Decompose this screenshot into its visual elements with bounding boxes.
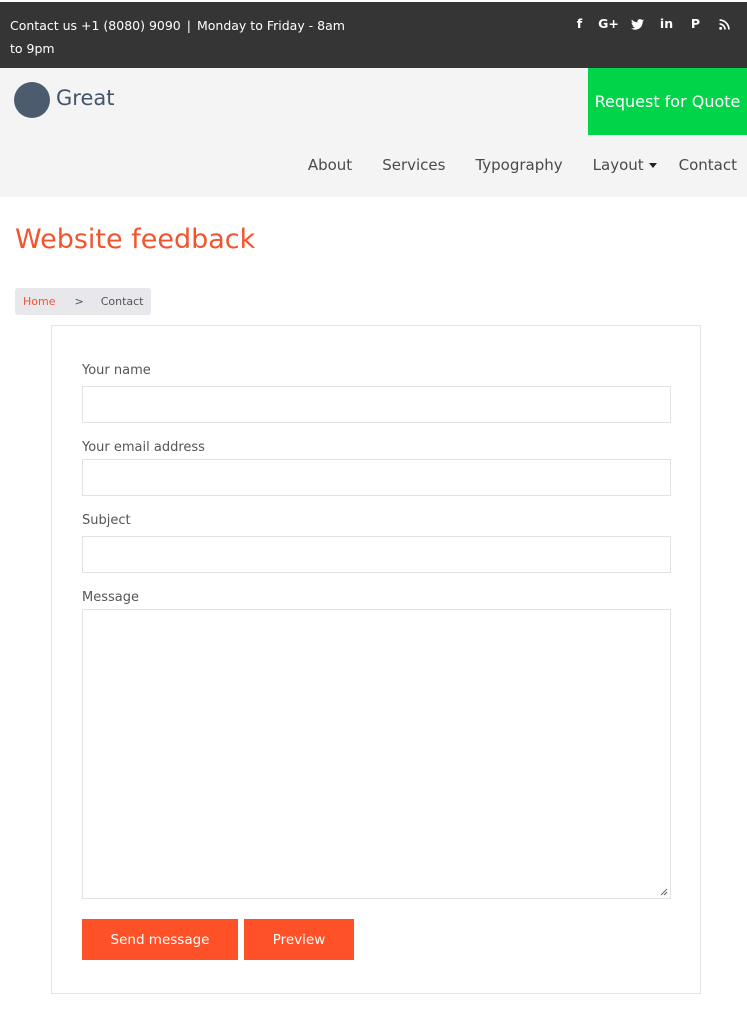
email-label: Your email address bbox=[82, 440, 205, 455]
breadcrumb-separator: > bbox=[74, 295, 84, 308]
top-bar-contact-info: Contact us +1 (8080) 9090 | Monday to Frid… bbox=[10, 14, 355, 60]
message-label: Message bbox=[82, 590, 139, 605]
breadcrumb-home-link[interactable]: Home bbox=[23, 295, 55, 308]
contact-form-card: Your name Your email address Subject Mes… bbox=[51, 325, 701, 994]
nav-about[interactable]: About bbox=[308, 156, 352, 174]
breadcrumb-current: Contact bbox=[100, 295, 144, 308]
subject-label: Subject bbox=[82, 513, 131, 528]
pinterest-icon[interactable]: P bbox=[681, 14, 710, 34]
site-header: Great Request for Quote About Services T… bbox=[0, 68, 747, 197]
nav-contact[interactable]: Contact bbox=[679, 156, 737, 174]
nav-services[interactable]: Services bbox=[382, 156, 445, 174]
email-field[interactable] bbox=[82, 459, 671, 496]
send-message-button[interactable]: Send message bbox=[82, 919, 238, 960]
google-plus-icon[interactable]: G+ bbox=[594, 14, 623, 34]
logo-icon[interactable] bbox=[14, 82, 50, 118]
page-title: Website feedback bbox=[15, 224, 256, 255]
social-links: f G+ in P bbox=[565, 14, 739, 34]
logo-text[interactable]: Great bbox=[56, 86, 114, 110]
subject-field[interactable] bbox=[82, 536, 671, 573]
message-textarea[interactable] bbox=[82, 609, 671, 899]
request-quote-button[interactable]: Request for Quote bbox=[588, 68, 747, 135]
breadcrumb: Home > Contact bbox=[15, 288, 151, 315]
name-field[interactable] bbox=[82, 386, 671, 423]
contact-separator: | bbox=[186, 18, 191, 33]
preview-button[interactable]: Preview bbox=[244, 919, 354, 960]
main-nav: About Services Typography Layout Contact bbox=[278, 156, 737, 174]
caret-down-icon bbox=[648, 162, 657, 168]
resize-handle-icon[interactable] bbox=[659, 887, 668, 896]
nav-typography[interactable]: Typography bbox=[475, 156, 562, 174]
contact-phone-text: Contact us +1 (8080) 9090 bbox=[10, 18, 181, 33]
facebook-icon[interactable]: f bbox=[565, 14, 594, 34]
twitter-icon[interactable] bbox=[623, 14, 652, 34]
nav-layout[interactable]: Layout bbox=[593, 156, 644, 174]
top-bar: Contact us +1 (8080) 9090 | Monday to Frid… bbox=[0, 2, 747, 68]
nav-layout-dropdown[interactable]: Layout bbox=[593, 156, 679, 174]
rss-icon[interactable] bbox=[710, 14, 739, 34]
name-label: Your name bbox=[82, 363, 151, 378]
linkedin-icon[interactable]: in bbox=[652, 14, 681, 34]
